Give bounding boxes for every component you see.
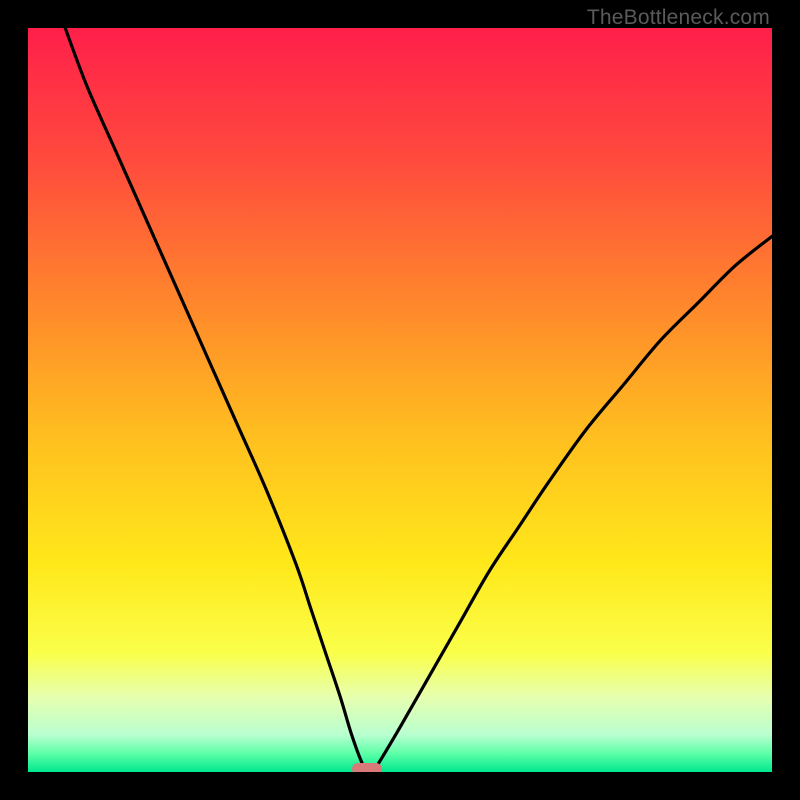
curve-layer	[28, 28, 772, 772]
watermark-text: TheBottleneck.com	[587, 6, 770, 30]
bottleneck-curve	[65, 28, 772, 772]
plot-area	[28, 28, 772, 772]
optimal-marker	[352, 763, 382, 772]
chart-frame: TheBottleneck.com	[0, 0, 800, 800]
